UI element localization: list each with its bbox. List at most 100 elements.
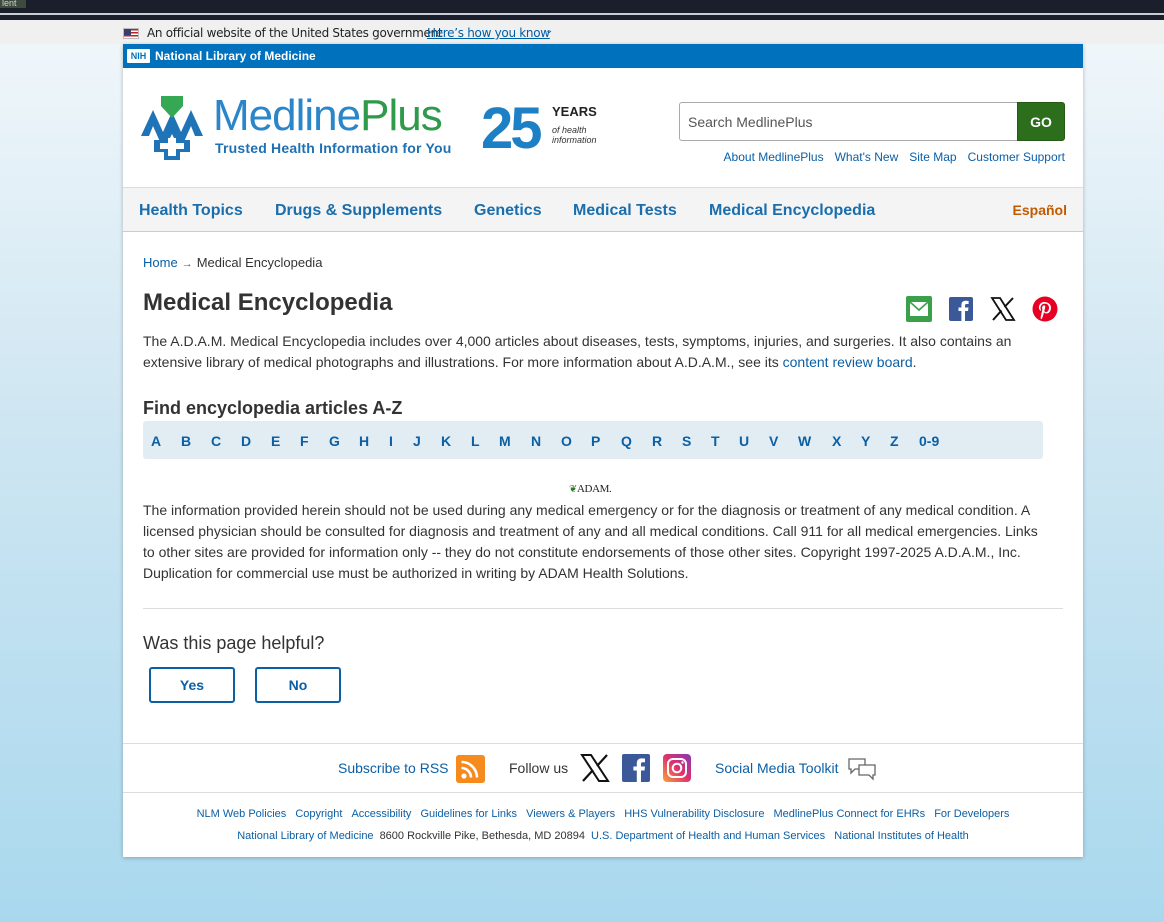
main-container: NIH National Library of Medicine Medline… <box>123 44 1083 857</box>
years-label: YEARS <box>552 104 597 119</box>
customer-support-link[interactable]: Customer Support <box>968 150 1065 164</box>
years-sub-2: information <box>552 135 597 145</box>
az-heading: Find encyclopedia articles A-Z <box>143 398 403 418</box>
disclaimer-text: The information provided herein should n… <box>143 502 1038 581</box>
pinterest-icon[interactable] <box>1032 296 1058 322</box>
site-map-link[interactable]: Site Map <box>909 150 956 164</box>
az-letter-r[interactable]: R <box>652 433 662 449</box>
breadcrumb-home[interactable]: Home <box>143 255 178 270</box>
search-form: GO <box>679 102 1065 141</box>
footer-hhs-vulnerability[interactable]: HHS Vulnerability Disclosure <box>624 808 764 820</box>
az-letter-l[interactable]: L <box>471 433 480 449</box>
chat-bubbles-icon[interactable] <box>847 757 877 781</box>
az-letter-d[interactable]: D <box>241 433 251 449</box>
footer-nlm-link[interactable]: National Library of Medicine <box>237 830 373 842</box>
helpful-question: Was this page helpful? <box>143 633 325 653</box>
az-letter-p[interactable]: P <box>591 433 600 449</box>
brand-wordmark: MedlinePlus <box>213 91 443 140</box>
nlm-bar: NIH National Library of Medicine <box>123 44 1083 68</box>
content-review-board-link[interactable]: content review board <box>783 354 913 370</box>
nav-drugs-supplements[interactable]: Drugs & Supplements <box>275 202 442 220</box>
facebook-icon[interactable] <box>948 296 974 322</box>
az-letter-v[interactable]: V <box>769 433 778 449</box>
intro-paragraph: The A.D.A.M. Medical Encyclopedia includ… <box>143 331 1033 373</box>
az-letter-z[interactable]: Z <box>890 433 899 449</box>
az-letter-c[interactable]: C <box>211 433 221 449</box>
espanol-link[interactable]: Español <box>1013 202 1067 218</box>
instagram-icon[interactable] <box>662 753 692 783</box>
search-input[interactable] <box>679 102 1018 141</box>
az-letter-b[interactable]: B <box>181 433 191 449</box>
footer-nlm-web-policies[interactable]: NLM Web Policies <box>197 808 287 820</box>
intro-end: . <box>912 354 917 370</box>
about-medlineplus-link[interactable]: About MedlinePlus <box>724 150 824 164</box>
az-letter-0-9[interactable]: 0-9 <box>919 433 939 449</box>
25-years-badge: 25 YEARS of health information <box>481 96 597 161</box>
az-letter-n[interactable]: N <box>531 433 541 449</box>
search-go-button[interactable]: GO <box>1017 102 1065 141</box>
footer-guidelines-links[interactable]: Guidelines for Links <box>420 808 517 820</box>
footer-accessibility[interactable]: Accessibility <box>351 808 411 820</box>
footer-for-developers[interactable]: For Developers <box>934 808 1009 820</box>
how-you-know-link[interactable]: Here’s how you know <box>427 26 550 40</box>
nav-genetics[interactable]: Genetics <box>474 202 542 220</box>
utility-links: About MedlinePlus What's New Site Map Cu… <box>724 150 1065 164</box>
adam-logo[interactable]: ❦ADAM. <box>569 483 612 495</box>
footer-viewers-players[interactable]: Viewers & Players <box>526 808 615 820</box>
chevron-down-icon[interactable]: ⌄ <box>545 25 553 36</box>
adam-logo-icon: ❦ <box>569 484 577 495</box>
az-letter-w[interactable]: W <box>798 433 811 449</box>
gov-banner: An official website of the United States… <box>0 20 1164 44</box>
az-letter-a[interactable]: A <box>151 433 161 449</box>
brand-tagline: Trusted Health Information for You <box>215 140 452 156</box>
x-twitter-icon[interactable] <box>580 753 610 783</box>
nav-health-topics[interactable]: Health Topics <box>139 202 243 220</box>
az-letter-x[interactable]: X <box>832 433 841 449</box>
breadcrumb: Home → Medical Encyclopedia <box>143 255 322 270</box>
az-letter-k[interactable]: K <box>441 433 451 449</box>
x-twitter-icon[interactable] <box>990 296 1016 322</box>
email-icon[interactable] <box>906 296 932 322</box>
divider <box>143 608 1063 609</box>
az-letter-m[interactable]: M <box>499 433 511 449</box>
subscribe-rss-link[interactable]: Subscribe to RSS <box>338 760 449 776</box>
nih-logo-icon[interactable]: NIH <box>127 49 150 63</box>
az-letter-i[interactable]: I <box>389 433 393 449</box>
browser-tab-fragment[interactable]: lent <box>0 0 26 8</box>
footer-medlineplus-connect[interactable]: MedlinePlus Connect for EHRs <box>774 808 926 820</box>
nlm-link[interactable]: National Library of Medicine <box>155 49 316 63</box>
medlineplus-logo-icon[interactable] <box>139 96 205 160</box>
footer-hhs-link[interactable]: U.S. Department of Health and Human Serv… <box>591 830 825 842</box>
nav-medical-encyclopedia[interactable]: Medical Encyclopedia <box>709 202 875 220</box>
nav-medical-tests[interactable]: Medical Tests <box>573 202 677 220</box>
brand-plus: Plus <box>360 91 443 140</box>
helpful-no-button[interactable]: No <box>255 667 341 703</box>
rss-icon[interactable] <box>456 755 485 783</box>
az-letter-s[interactable]: S <box>682 433 691 449</box>
adam-logo-text: ADAM. <box>576 483 612 495</box>
breadcrumb-current: Medical Encyclopedia <box>196 255 323 270</box>
az-letter-h[interactable]: H <box>359 433 369 449</box>
az-letter-e[interactable]: E <box>271 433 280 449</box>
whats-new-link[interactable]: What's New <box>835 150 899 164</box>
social-media-toolkit-link[interactable]: Social Media Toolkit <box>715 760 838 776</box>
footer-copyright[interactable]: Copyright <box>295 808 342 820</box>
brand[interactable]: MedlinePlus Trusted Health Information f… <box>213 91 451 157</box>
az-letter-u[interactable]: U <box>739 433 749 449</box>
az-letter-f[interactable]: F <box>300 433 309 449</box>
footer-nih-link[interactable]: National Institutes of Health <box>834 830 969 842</box>
footer-org-row: National Library of Medicine 8600 Rockvil… <box>123 830 1083 842</box>
az-letter-y[interactable]: Y <box>861 433 870 449</box>
az-letter-q[interactable]: Q <box>621 433 632 449</box>
helpful-yes-button[interactable]: Yes <box>149 667 235 703</box>
follow-us-label: Follow us <box>509 760 569 776</box>
az-letter-j[interactable]: J <box>413 433 421 449</box>
az-letter-g[interactable]: G <box>329 433 340 449</box>
years-number: 25 <box>481 96 542 161</box>
az-letter-o[interactable]: O <box>561 433 572 449</box>
page-title: Medical Encyclopedia <box>143 289 393 316</box>
facebook-icon[interactable] <box>621 753 651 783</box>
footer-address: 8600 Rockville Pike, Bethesda, MD 20894 <box>379 830 586 842</box>
az-letter-t[interactable]: T <box>711 433 720 449</box>
main-nav: Health Topics Drugs & Supplements Geneti… <box>123 187 1083 232</box>
